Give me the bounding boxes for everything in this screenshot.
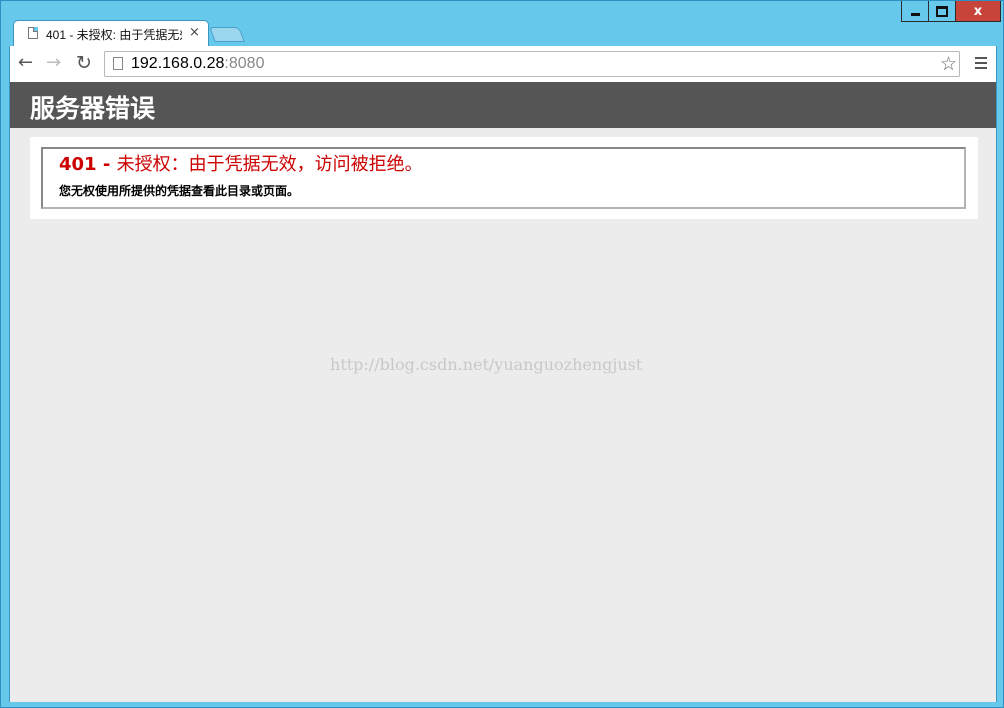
error-description: 您无权使用所提供的凭据查看此目录或页面。 — [59, 184, 300, 198]
address-bar[interactable]: 192.168.0.28:8080 ☆ — [104, 51, 960, 77]
reload-icon[interactable]: ↻ — [76, 52, 92, 74]
minimize-icon — [910, 12, 920, 16]
page-icon — [28, 27, 38, 39]
page-title: 服务器错误 — [30, 94, 156, 123]
error-panel: 401 - 未授权：由于凭据无效，访问被拒绝。 您无权使用所提供的凭据查看此目录… — [30, 137, 978, 219]
forward-icon[interactable]: → — [46, 52, 61, 74]
back-icon[interactable]: ← — [18, 52, 33, 74]
maximize-button[interactable] — [928, 1, 956, 22]
maximize-icon — [936, 5, 948, 17]
url-host: 192.168.0.28 — [131, 55, 225, 72]
page-content: 服务器错误 401 - 未授权：由于凭据无效，访问被拒绝。 您无权使用所提供的凭… — [9, 82, 997, 702]
tab-close-icon[interactable]: × — [189, 25, 200, 40]
error-code: 401 - — [59, 154, 117, 175]
watermark: http://blog.csdn.net/yuanguozhengjust — [330, 355, 643, 374]
close-icon: x — [973, 3, 983, 19]
bookmark-star-icon[interactable]: ☆ — [940, 53, 957, 75]
minimize-button[interactable] — [901, 1, 929, 22]
error-title: 401 - 未授权：由于凭据无效，访问被拒绝。 — [59, 150, 423, 176]
close-window-button[interactable]: x — [955, 1, 1001, 22]
error-fieldset: 401 - 未授权：由于凭据无效，访问被拒绝。 您无权使用所提供的凭据查看此目录… — [41, 147, 966, 209]
browser-window: x 401 - 未授权: 由于凭据无效 × ← → ↻ 192.168.0.28… — [0, 0, 1004, 708]
page-icon — [113, 57, 123, 70]
new-tab-button[interactable] — [209, 27, 245, 42]
menu-icon[interactable] — [975, 57, 987, 72]
error-header: 服务器错误 — [10, 82, 996, 128]
toolbar: ← → ↻ 192.168.0.28:8080 ☆ — [9, 46, 997, 82]
url-text[interactable]: 192.168.0.28:8080 — [131, 55, 264, 73]
tab-active[interactable]: 401 - 未授权: 由于凭据无效 × — [13, 20, 209, 46]
url-port: :8080 — [224, 55, 265, 72]
tab-title: 401 - 未授权: 由于凭据无效 — [46, 28, 182, 42]
error-message: 未授权：由于凭据无效，访问被拒绝。 — [116, 154, 423, 175]
